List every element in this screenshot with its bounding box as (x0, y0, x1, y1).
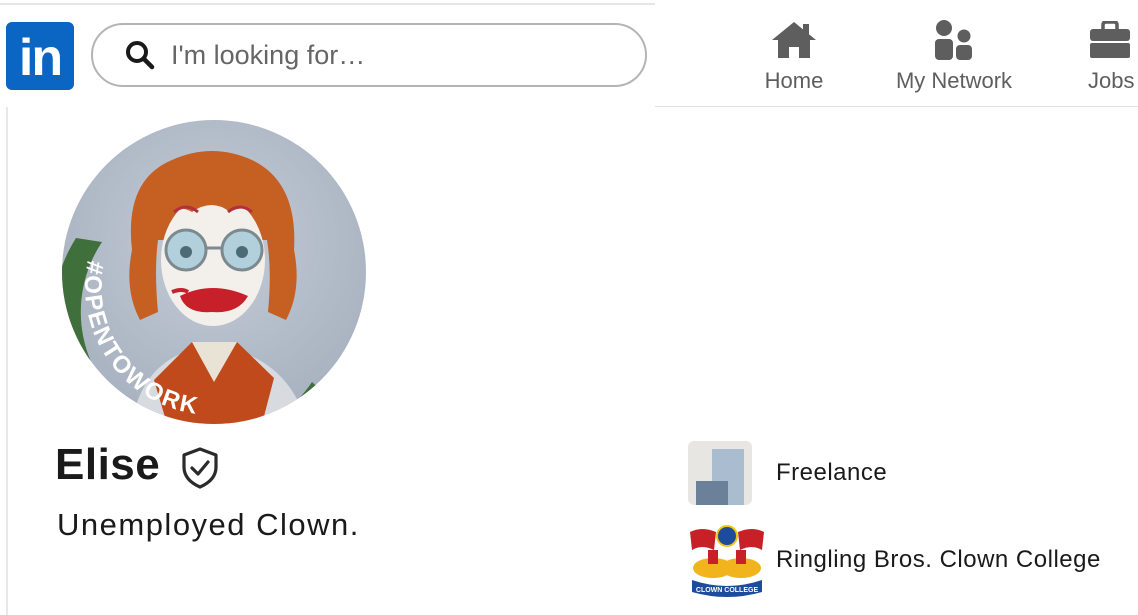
briefcase-icon (1088, 18, 1132, 62)
top-navigation: in Home My Network (0, 0, 1138, 107)
logo-text: in (18, 29, 63, 87)
profile-headline: Unemployed Clown. (57, 507, 360, 542)
avatar: #OPENTOWORK (62, 120, 366, 424)
divider (655, 106, 1138, 107)
nav-label: My Network (895, 68, 1013, 93)
linkedin-logo[interactable]: in (6, 22, 74, 90)
divider (0, 3, 655, 5)
search-input[interactable] (171, 39, 611, 71)
search-icon (123, 38, 157, 72)
nav-my-network[interactable]: My Network (886, 18, 1022, 94)
verified-shield-icon[interactable] (180, 447, 220, 489)
logo-text: CLOWN COLLEGE (696, 587, 759, 594)
company-name: Freelance (776, 459, 888, 486)
ringling-logo: CLOWN COLLEGE (688, 522, 766, 598)
network-icon (933, 18, 975, 62)
search-bar[interactable] (91, 23, 647, 87)
nav-label: Jobs (1088, 68, 1135, 93)
home-icon (770, 18, 818, 62)
experience-item-freelance[interactable]: Freelance (688, 441, 887, 505)
company-name: Ringling Bros. Clown College (776, 546, 1101, 573)
profile-photo[interactable]: #OPENTOWORK (62, 120, 366, 424)
education-item-ringling[interactable]: CLOWN COLLEGE Ringling Bros. Clown Colle… (688, 522, 1101, 598)
nav-jobs[interactable]: Jobs (1088, 18, 1138, 94)
profile-name: Elise (55, 440, 161, 489)
nav-label: Home (764, 68, 824, 93)
divider (6, 107, 8, 615)
nav-home[interactable]: Home (761, 18, 827, 94)
generic-company-icon (688, 441, 752, 505)
